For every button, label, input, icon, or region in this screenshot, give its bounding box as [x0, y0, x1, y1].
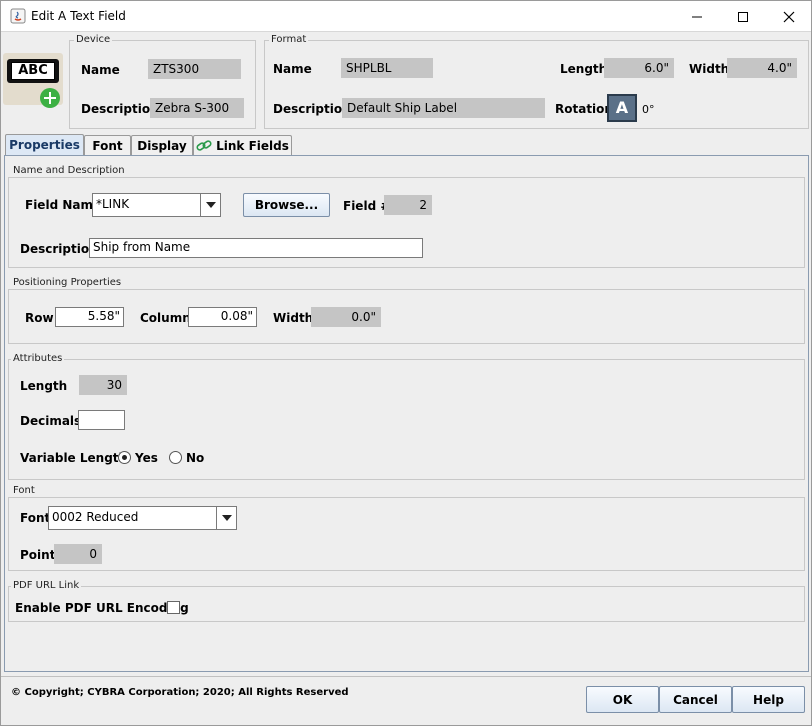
tab-properties-label: Properties — [9, 138, 80, 152]
point-field: 0 — [54, 544, 102, 564]
ok-button-label: OK — [612, 692, 633, 707]
maximize-icon — [738, 11, 748, 22]
link-chain-icon — [196, 139, 212, 151]
variable-length-no-radio[interactable] — [169, 451, 182, 464]
font-value: 0002 Reduced — [52, 510, 139, 524]
attributes-title: Attributes — [11, 353, 65, 364]
format-length-field: 6.0" — [604, 58, 674, 78]
tab-link-fields[interactable]: Link Fields — [193, 135, 292, 155]
tab-display[interactable]: Display — [131, 135, 193, 155]
field-name-combo[interactable]: *LINK — [92, 193, 221, 217]
format-name-field: SHPLBL — [341, 58, 433, 78]
column-label: Column — [140, 311, 191, 325]
length-field: 30 — [79, 375, 127, 395]
java-app-icon — [10, 8, 26, 24]
position-width-field: 0.0" — [311, 307, 381, 327]
field-number-field: 2 — [384, 195, 432, 215]
chevron-down-icon — [205, 202, 216, 208]
pdf-link-title: PDF URL Link — [11, 580, 82, 591]
format-rotation-label: Rotation — [555, 102, 613, 116]
font-title: Font — [11, 485, 37, 496]
help-button-label: Help — [753, 692, 784, 707]
font-dropdown-button[interactable] — [216, 507, 236, 529]
add-plus-icon — [40, 88, 60, 108]
help-button[interactable]: Help — [732, 686, 805, 713]
tab-properties[interactable]: Properties — [5, 134, 84, 155]
cancel-button[interactable]: Cancel — [659, 686, 732, 713]
row-label: Row — [25, 311, 54, 325]
positioning-section — [8, 289, 805, 344]
field-name-label: Field Name — [25, 198, 102, 212]
cancel-button-label: Cancel — [673, 692, 718, 707]
close-button[interactable] — [766, 1, 812, 32]
decimals-input[interactable] — [78, 410, 125, 430]
rotation-value: 0° — [642, 103, 655, 116]
field-description-label: Description — [20, 242, 98, 256]
field-description-input[interactable]: Ship from Name — [89, 238, 423, 258]
rotation-icon-letter: A — [615, 98, 629, 117]
tab-display-label: Display — [137, 138, 187, 153]
format-name-label: Name — [273, 62, 312, 76]
copyright-text: © Copyright; CYBRA Corporation; 2020; Al… — [11, 687, 349, 698]
tab-font-label: Font — [92, 138, 123, 153]
position-width-label: Width — [273, 311, 314, 325]
format-description-label: Description — [273, 102, 351, 116]
rotation-icon: A — [607, 94, 637, 122]
tab-font[interactable]: Font — [84, 135, 131, 155]
browse-button-label: Browse... — [254, 198, 319, 212]
row-input[interactable]: 5.58" — [55, 307, 124, 327]
dialog-window: Edit A Text Field ABC Device Name ZTS300… — [0, 0, 812, 726]
tab-link-fields-label: Link Fields — [216, 138, 289, 153]
device-name-field: ZTS300 — [148, 59, 241, 79]
font-combo[interactable]: 0002 Reduced — [48, 506, 237, 530]
column-input[interactable]: 0.08" — [188, 307, 257, 327]
point-label: Point — [20, 548, 56, 562]
format-group-title: Format — [269, 34, 309, 45]
enable-pdf-label: Enable PDF URL Encoding — [15, 601, 189, 615]
field-name-dropdown-button[interactable] — [200, 194, 220, 216]
field-name-value: *LINK — [96, 197, 130, 211]
font-label: Font — [20, 511, 51, 525]
format-width-label: Width — [689, 62, 730, 76]
positioning-title: Positioning Properties — [11, 277, 124, 288]
device-group-title: Device — [74, 34, 113, 45]
variable-length-label: Variable Length — [20, 451, 128, 465]
minimize-icon — [692, 16, 702, 17]
format-description-field: Default Ship Label — [342, 98, 545, 118]
variable-length-yes-label[interactable]: Yes — [135, 451, 158, 465]
device-name-label: Name — [81, 63, 120, 77]
format-length-label: Length — [560, 62, 608, 76]
abc-label: ABC — [11, 62, 55, 80]
browse-button[interactable]: Browse... — [243, 193, 330, 217]
ok-button[interactable]: OK — [586, 686, 659, 713]
chevron-down-icon — [221, 515, 232, 521]
enable-pdf-checkbox[interactable] — [167, 601, 180, 614]
title-bar: Edit A Text Field — [1, 1, 811, 32]
format-width-field: 4.0" — [727, 58, 797, 78]
footer-divider — [1, 676, 811, 677]
device-description-field: Zebra S-300 — [150, 98, 244, 118]
variable-length-no-label[interactable]: No — [186, 451, 204, 465]
close-icon — [783, 11, 795, 22]
name-description-title: Name and Description — [11, 165, 127, 176]
length-label: Length — [20, 379, 68, 393]
minimize-button[interactable] — [674, 1, 720, 32]
variable-length-yes-radio[interactable] — [118, 451, 131, 464]
device-description-label: Description — [81, 102, 159, 116]
maximize-button[interactable] — [720, 1, 766, 32]
decimals-label: Decimals — [20, 414, 82, 428]
text-field-icon: ABC — [3, 53, 63, 108]
window-title: Edit A Text Field — [31, 9, 126, 23]
